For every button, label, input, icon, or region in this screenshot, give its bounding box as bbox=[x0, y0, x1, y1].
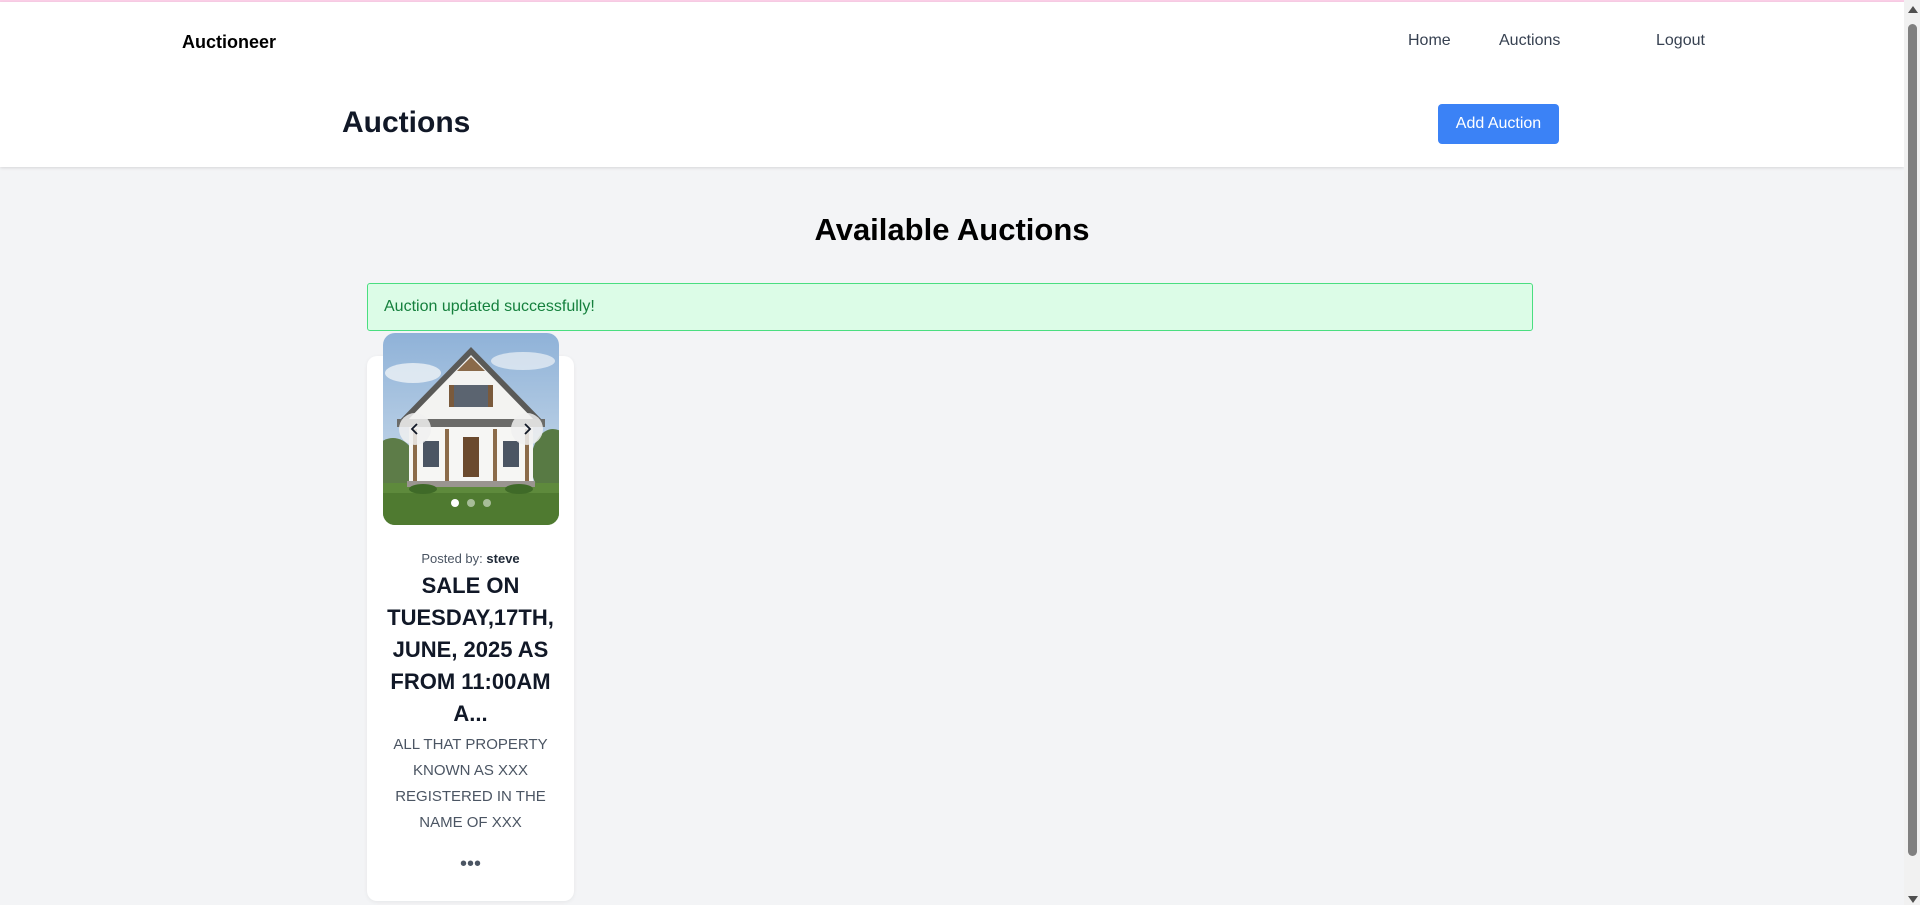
site-header: Auctioneer Home Auctions Logout Auctions… bbox=[0, 2, 1904, 167]
carousel-dot[interactable] bbox=[467, 499, 475, 507]
more-options-button[interactable]: ••• bbox=[367, 853, 574, 875]
posted-by-label: Posted by: bbox=[421, 551, 483, 566]
scroll-down-arrow-icon[interactable] bbox=[1908, 896, 1918, 903]
chevron-left-icon bbox=[410, 423, 418, 435]
page-title: Auctions bbox=[342, 106, 471, 139]
auction-description: ALL THAT PROPERTY KNOWN AS XXX REGISTERE… bbox=[393, 736, 548, 831]
carousel-dot[interactable] bbox=[451, 499, 459, 507]
add-auction-button[interactable]: Add Auction bbox=[1438, 104, 1559, 144]
posted-by: Posted by: steve bbox=[367, 551, 574, 566]
vertical-scrollbar[interactable] bbox=[1904, 0, 1920, 905]
posted-by-user: steve bbox=[486, 551, 520, 566]
auction-title[interactable]: SALE ON TUESDAY,17TH, JUNE, 2025 AS FROM… bbox=[377, 570, 564, 730]
section-title: Available Auctions bbox=[814, 212, 1090, 247]
success-alert: Auction updated successfully! bbox=[367, 283, 1533, 331]
brand-logo[interactable]: Auctioneer bbox=[182, 32, 276, 53]
carousel-prev-button[interactable] bbox=[399, 413, 431, 445]
nav-home-link[interactable]: Home bbox=[1408, 32, 1451, 50]
nav-auctions-link[interactable]: Auctions bbox=[1499, 32, 1560, 50]
scroll-up-arrow-icon[interactable] bbox=[1908, 6, 1918, 13]
carousel-dot[interactable] bbox=[483, 499, 491, 507]
image-carousel[interactable] bbox=[383, 333, 559, 525]
carousel-dots bbox=[383, 499, 559, 507]
nav-logout-link[interactable]: Logout bbox=[1656, 32, 1705, 50]
chevron-right-icon bbox=[524, 423, 532, 435]
carousel-next-button[interactable] bbox=[511, 413, 543, 445]
scroll-thumb[interactable] bbox=[1908, 24, 1917, 856]
